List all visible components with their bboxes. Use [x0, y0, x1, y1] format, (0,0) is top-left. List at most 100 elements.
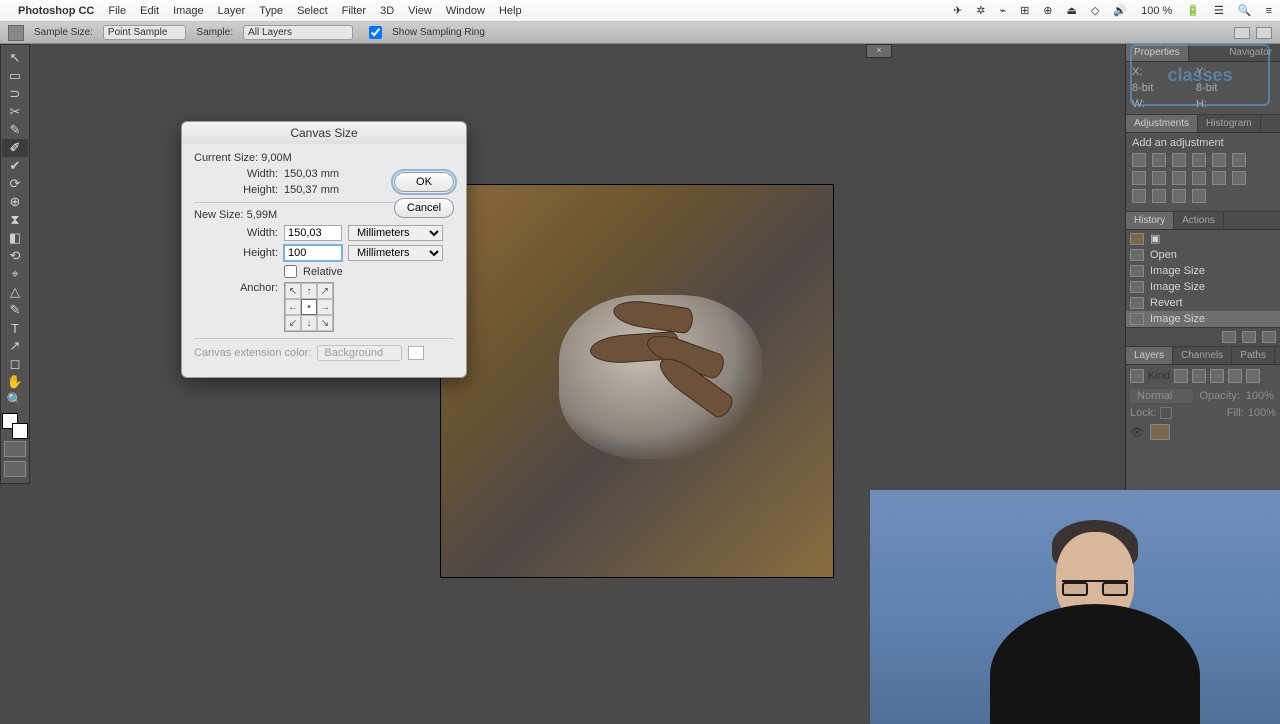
path-select-tool[interactable]: ↗ [2, 337, 28, 355]
sample-select[interactable]: All Layers [243, 25, 353, 40]
input-menu[interactable]: ☰ [1214, 4, 1224, 17]
menu-filter[interactable]: Filter [342, 5, 366, 17]
anchor-s[interactable]: ↓ [301, 315, 317, 331]
anchor-e[interactable]: → [317, 299, 333, 315]
color-swatches[interactable] [2, 413, 28, 439]
type-tool[interactable]: T [2, 319, 28, 337]
new-snapshot-icon[interactable] [1242, 331, 1256, 343]
anchor-ne[interactable]: ↗ [317, 283, 333, 299]
status-icon[interactable]: ⊞ [1020, 4, 1029, 17]
status-icon[interactable]: ✲ [976, 4, 985, 17]
history-item[interactable]: Image Size [1126, 263, 1280, 279]
menu-select[interactable]: Select [297, 5, 328, 17]
sample-size-select[interactable]: Point Sample [103, 25, 186, 40]
document-canvas[interactable] [440, 184, 834, 578]
relative-checkbox[interactable] [284, 265, 297, 278]
anchor-se[interactable]: ↘ [317, 315, 333, 331]
status-icon[interactable]: ⊕ [1043, 4, 1052, 17]
zoom-tool[interactable]: 🔍 [2, 391, 28, 409]
screenmode-toggle[interactable] [4, 461, 26, 477]
height-unit-select[interactable]: Millimeters [348, 245, 443, 261]
quickmask-toggle[interactable] [4, 441, 26, 457]
notif-icon[interactable]: ≡ [1266, 5, 1272, 17]
history-item[interactable]: Image Size [1126, 311, 1280, 327]
adjustments-tab[interactable]: Adjustments [1126, 115, 1198, 132]
gradient-tool[interactable]: ⟲ [2, 247, 28, 265]
adj-icon[interactable] [1212, 153, 1226, 167]
filter-pixel-icon[interactable] [1174, 369, 1188, 383]
menu-layer[interactable]: Layer [218, 5, 246, 17]
adj-icon[interactable] [1132, 189, 1146, 203]
fill-value[interactable]: 100% [1248, 407, 1276, 419]
menu-3d[interactable]: 3D [380, 5, 394, 17]
pen-tool[interactable]: ✎ [2, 301, 28, 319]
ok-button[interactable]: OK [394, 172, 454, 192]
eye-icon[interactable]: 👁 [1130, 426, 1144, 439]
brush-tool[interactable]: ⟳ [2, 175, 28, 193]
adj-icon[interactable] [1152, 189, 1166, 203]
history-snapshot[interactable]: ▣ [1126, 230, 1280, 247]
history-item[interactable]: Image Size [1126, 279, 1280, 295]
ext-color-swatch[interactable] [408, 346, 424, 360]
width-field[interactable] [284, 225, 342, 241]
workspace-icon[interactable] [1256, 27, 1272, 39]
ext-color-select[interactable]: Background [317, 345, 402, 361]
status-icon[interactable]: ⏏ [1067, 4, 1077, 17]
eraser-tool[interactable]: ◧ [2, 229, 28, 247]
history-tab[interactable]: History [1126, 212, 1174, 229]
stamp-tool[interactable]: ⊕ [2, 193, 28, 211]
anchor-w[interactable]: ← [285, 299, 301, 315]
layers-tab[interactable]: Layers [1126, 347, 1173, 364]
battery-icon[interactable]: 🔋 [1186, 4, 1200, 17]
eyedropper-tool[interactable]: ✐ [2, 139, 28, 157]
wifi-icon[interactable]: ◇ [1091, 4, 1099, 17]
anchor-nw[interactable]: ↖ [285, 283, 301, 299]
width-unit-select[interactable]: Millimeters [348, 225, 443, 241]
adj-icon[interactable] [1232, 171, 1246, 185]
adj-icon[interactable] [1212, 171, 1226, 185]
workspace-icon[interactable] [1234, 27, 1250, 39]
filter-adj-icon[interactable] [1192, 369, 1206, 383]
status-icon[interactable]: ✈ [953, 4, 962, 17]
opacity-value[interactable]: 100% [1246, 390, 1274, 402]
adj-icon[interactable] [1172, 153, 1186, 167]
paths-tab[interactable]: Paths [1232, 347, 1275, 364]
trash-icon[interactable] [1262, 331, 1276, 343]
layer-item[interactable]: 👁 [1126, 421, 1280, 443]
filter-type-icon[interactable] [1210, 369, 1224, 383]
shape-tool[interactable]: ◻ [2, 355, 28, 373]
volume-icon[interactable]: 🔊 [1113, 4, 1127, 17]
tool-preset-icon[interactable] [8, 25, 24, 41]
height-field[interactable] [284, 245, 342, 261]
menu-window[interactable]: Window [446, 5, 485, 17]
document-tab-close[interactable]: × [866, 44, 892, 58]
menu-image[interactable]: Image [173, 5, 204, 17]
spotlight-icon[interactable]: 🔍 [1238, 4, 1252, 17]
actions-tab[interactable]: Actions [1174, 212, 1224, 229]
histogram-tab[interactable]: Histogram [1198, 115, 1261, 132]
adj-icon[interactable] [1152, 153, 1166, 167]
menu-view[interactable]: View [408, 5, 432, 17]
quick-select-tool[interactable]: ✂ [2, 103, 28, 121]
menu-type[interactable]: Type [259, 5, 283, 17]
menu-edit[interactable]: Edit [140, 5, 159, 17]
filter-shape-icon[interactable] [1228, 369, 1242, 383]
lasso-tool[interactable]: ⊃ [2, 85, 28, 103]
lock-icon[interactable] [1160, 407, 1172, 419]
crop-tool[interactable]: ✎ [2, 121, 28, 139]
marquee-tool[interactable]: ▭ [2, 67, 28, 85]
blend-mode-select[interactable]: Normal [1130, 389, 1193, 403]
move-tool[interactable]: ↖ [2, 49, 28, 67]
history-brush-tool[interactable]: ⧗ [2, 211, 28, 229]
history-item[interactable]: Revert [1126, 295, 1280, 311]
adj-icon[interactable] [1172, 189, 1186, 203]
anchor-center[interactable]: • [301, 299, 317, 315]
adj-icon[interactable] [1192, 189, 1206, 203]
hand-tool[interactable]: ✋ [2, 373, 28, 391]
adj-icon[interactable] [1192, 153, 1206, 167]
menu-help[interactable]: Help [499, 5, 522, 17]
layer-filter-icon[interactable] [1130, 369, 1144, 383]
app-name[interactable]: Photoshop CC [18, 5, 94, 17]
status-icon[interactable]: ⌁ [999, 4, 1006, 17]
healing-tool[interactable]: ✔ [2, 157, 28, 175]
